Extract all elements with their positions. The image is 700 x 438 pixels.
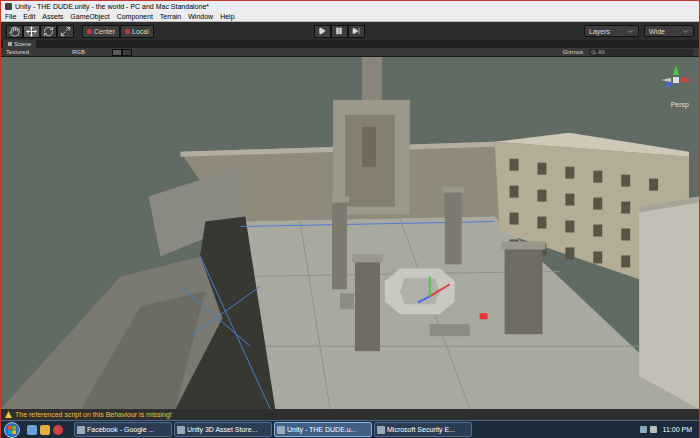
play-icon — [318, 27, 326, 35]
pivot-label: Center — [94, 28, 115, 35]
menu-item[interactable]: Component — [117, 13, 153, 20]
overlay-toggle[interactable] — [122, 49, 132, 56]
menu-item[interactable]: GameObject — [70, 13, 109, 20]
warning-icon — [5, 411, 12, 418]
menu-bar: File Edit Assets GameObject Component Terrain… — [1, 11, 699, 22]
unity-window: Unity - THE DUDE.unity - the world - PC … — [0, 0, 700, 438]
pivot-icon — [87, 29, 92, 34]
explorer-icon[interactable] — [40, 425, 50, 435]
search-placeholder: All — [598, 49, 605, 55]
projection-label: Persp — [671, 101, 689, 108]
step-button[interactable] — [348, 25, 365, 38]
scene-icon — [8, 42, 12, 46]
space-button[interactable]: Local — [120, 25, 154, 38]
menu-item[interactable]: Terrain — [160, 13, 181, 20]
pause-button[interactable] — [331, 25, 348, 38]
menu-item[interactable]: File — [5, 13, 16, 20]
layout-dropdown[interactable]: Wide — [644, 25, 694, 37]
clock[interactable]: 11:00 PM — [663, 426, 692, 433]
pause-icon — [335, 27, 343, 35]
status-bar[interactable]: The referenced script on this Behaviour … — [1, 409, 699, 420]
windows-logo-icon — [8, 426, 16, 434]
layers-dropdown[interactable]: Layers — [584, 25, 639, 37]
pivot-group: Center Local — [82, 25, 154, 38]
channels-dropdown[interactable]: RGB — [72, 49, 112, 55]
search-icon — [591, 50, 596, 55]
pivot-button[interactable]: Center — [82, 25, 120, 38]
taskbar: Facebook - Google ... Unity 3D Asset Stor… — [1, 420, 699, 438]
task-label: Microsoft Security E... — [387, 426, 455, 433]
render-mode-dropdown[interactable]: Textured — [6, 49, 72, 55]
scene-tab-label: Scene — [14, 41, 31, 47]
menu-item[interactable]: Assets — [42, 13, 63, 20]
unity-logo-icon — [5, 3, 12, 10]
menu-item[interactable]: Window — [188, 13, 213, 20]
task-button[interactable]: Microsoft Security E... — [374, 422, 472, 437]
layers-label: Layers — [589, 28, 610, 35]
tool-button[interactable] — [23, 25, 40, 38]
app-icon — [77, 426, 85, 434]
tool-button[interactable] — [57, 25, 74, 38]
layout-label: Wide — [649, 28, 665, 35]
toolbar: Center Local Layers Wide — [1, 22, 699, 40]
scene-viewport[interactable]: Persp — [1, 57, 699, 409]
app-icon — [177, 426, 185, 434]
tab-bar: Scene — [1, 40, 699, 48]
network-icon[interactable] — [640, 426, 647, 433]
menu-item[interactable]: Edit — [23, 13, 35, 20]
search-field[interactable]: All — [589, 49, 694, 56]
title-bar[interactable]: Unity - THE DUDE.unity - the world - PC … — [1, 0, 699, 11]
task-button[interactable]: Unity 3D Asset Store... — [174, 422, 272, 437]
scene-render[interactable] — [1, 57, 699, 409]
app-icon — [277, 426, 285, 434]
play-button[interactable] — [314, 25, 331, 38]
start-button[interactable] — [4, 422, 20, 438]
desktop-icon[interactable] — [27, 425, 37, 435]
orientation-gizmo-icon[interactable] — [661, 65, 691, 95]
tool-button[interactable] — [40, 25, 57, 38]
app-icon — [377, 426, 385, 434]
rotate-icon — [43, 26, 54, 37]
playback-group — [314, 25, 365, 38]
menu-item[interactable]: Help — [220, 13, 234, 20]
task-label: Unity 3D Asset Store... — [187, 426, 257, 433]
step-icon — [352, 27, 360, 35]
move-icon — [26, 26, 37, 37]
lighting-toggle[interactable] — [112, 49, 122, 56]
tool-group — [6, 25, 74, 38]
task-button[interactable]: Facebook - Google ... — [74, 422, 172, 437]
task-label: Unity - THE DUDE.u... — [287, 426, 357, 433]
tool-button[interactable] — [6, 25, 23, 38]
chevron-down-icon — [627, 28, 634, 35]
scene-toolbar: TexturedRGB Gizmos All — [1, 48, 699, 57]
browser-icon[interactable] — [53, 425, 63, 435]
volume-icon[interactable] — [650, 426, 657, 433]
task-button[interactable]: Unity - THE DUDE.u... — [274, 422, 372, 437]
chevron-down-icon — [682, 28, 689, 35]
scene-tab[interactable]: Scene — [3, 40, 36, 48]
scale-icon — [60, 26, 71, 37]
space-icon — [125, 29, 130, 34]
space-label: Local — [132, 28, 149, 35]
task-label: Facebook - Google ... — [87, 426, 154, 433]
gizmos-dropdown[interactable]: Gizmos — [563, 49, 583, 55]
status-message: The referenced script on this Behaviour … — [15, 411, 172, 418]
task-list: Facebook - Google ... Unity 3D Asset Stor… — [74, 422, 472, 437]
hand-icon — [9, 26, 20, 37]
quick-launch — [27, 425, 63, 435]
system-tray: 11:00 PM — [640, 426, 696, 433]
window-title: Unity - THE DUDE.unity - the world - PC … — [15, 3, 209, 10]
